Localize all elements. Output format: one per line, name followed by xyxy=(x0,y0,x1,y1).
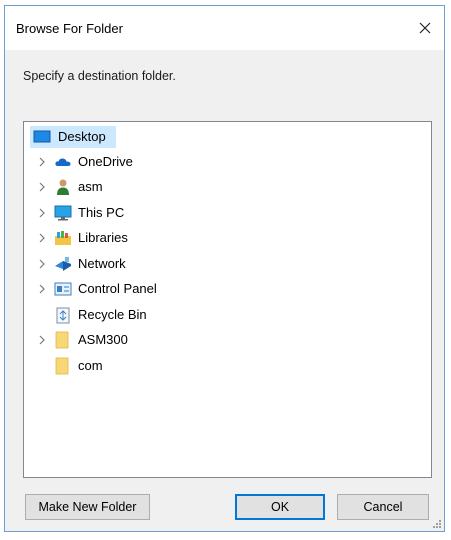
recycle-bin-icon xyxy=(56,307,70,324)
close-icon xyxy=(419,22,431,34)
chevron-right-icon[interactable] xyxy=(36,258,48,270)
tree-item-label: Desktop xyxy=(58,129,106,144)
chevron-right-icon[interactable] xyxy=(36,334,48,346)
tree-item-label: com xyxy=(78,358,103,373)
tree-item-label: Control Panel xyxy=(78,281,157,296)
tree-item-label: Recycle Bin xyxy=(78,307,147,322)
folder-icon xyxy=(55,331,69,349)
libraries-icon xyxy=(55,231,71,245)
user-icon xyxy=(57,179,69,195)
tree-item-label: OneDrive xyxy=(78,154,133,169)
instruction-text: Specify a destination folder. xyxy=(23,69,176,83)
onedrive-cloud-icon xyxy=(55,158,71,166)
tree-item-onedrive[interactable]: OneDrive xyxy=(24,150,431,174)
tree-item-label: asm xyxy=(78,179,103,194)
tree-item-label: Libraries xyxy=(78,230,128,245)
window-title: Browse For Folder xyxy=(16,21,123,36)
browse-for-folder-dialog: Browse For Folder Specify a destination … xyxy=(4,5,445,532)
tree-item-label: This PC xyxy=(78,205,125,220)
tree-item-libraries[interactable]: Libraries xyxy=(24,226,431,250)
chevron-right-icon[interactable] xyxy=(36,283,48,295)
tree-item-label: ASM300 xyxy=(78,332,128,347)
computer-icon xyxy=(54,205,72,221)
tree-item-control-panel[interactable]: Control Panel xyxy=(24,277,431,301)
chevron-right-icon[interactable] xyxy=(36,207,48,219)
tree-item-this-pc[interactable]: This PC xyxy=(24,201,431,225)
tree-item-recycle-bin[interactable]: Recycle Bin xyxy=(24,303,431,327)
folder-tree[interactable]: Desktop OneDrive asm This PC Libraries N… xyxy=(23,121,432,478)
tree-item-label: Network xyxy=(78,256,126,271)
folder-icon xyxy=(55,357,69,375)
chevron-right-icon[interactable] xyxy=(36,181,48,193)
tree-item-com[interactable]: com xyxy=(24,354,431,378)
desktop-icon xyxy=(33,130,51,143)
cancel-button[interactable]: Cancel xyxy=(337,494,429,520)
tree-item-network[interactable]: Network xyxy=(24,252,431,276)
network-icon xyxy=(55,257,71,271)
make-new-folder-button[interactable]: Make New Folder xyxy=(25,494,150,520)
tree-item-asm[interactable]: asm xyxy=(24,175,431,199)
tree-item-desktop[interactable]: Desktop xyxy=(24,125,431,149)
control-panel-icon xyxy=(54,282,72,296)
chevron-right-icon[interactable] xyxy=(36,156,48,168)
resize-grip-icon[interactable] xyxy=(432,519,442,529)
close-button[interactable] xyxy=(410,14,440,42)
tree-item-asm300[interactable]: ASM300 xyxy=(24,328,431,352)
chevron-right-icon[interactable] xyxy=(36,232,48,244)
title-bar[interactable]: Browse For Folder xyxy=(5,6,444,50)
ok-button[interactable]: OK xyxy=(235,494,325,520)
